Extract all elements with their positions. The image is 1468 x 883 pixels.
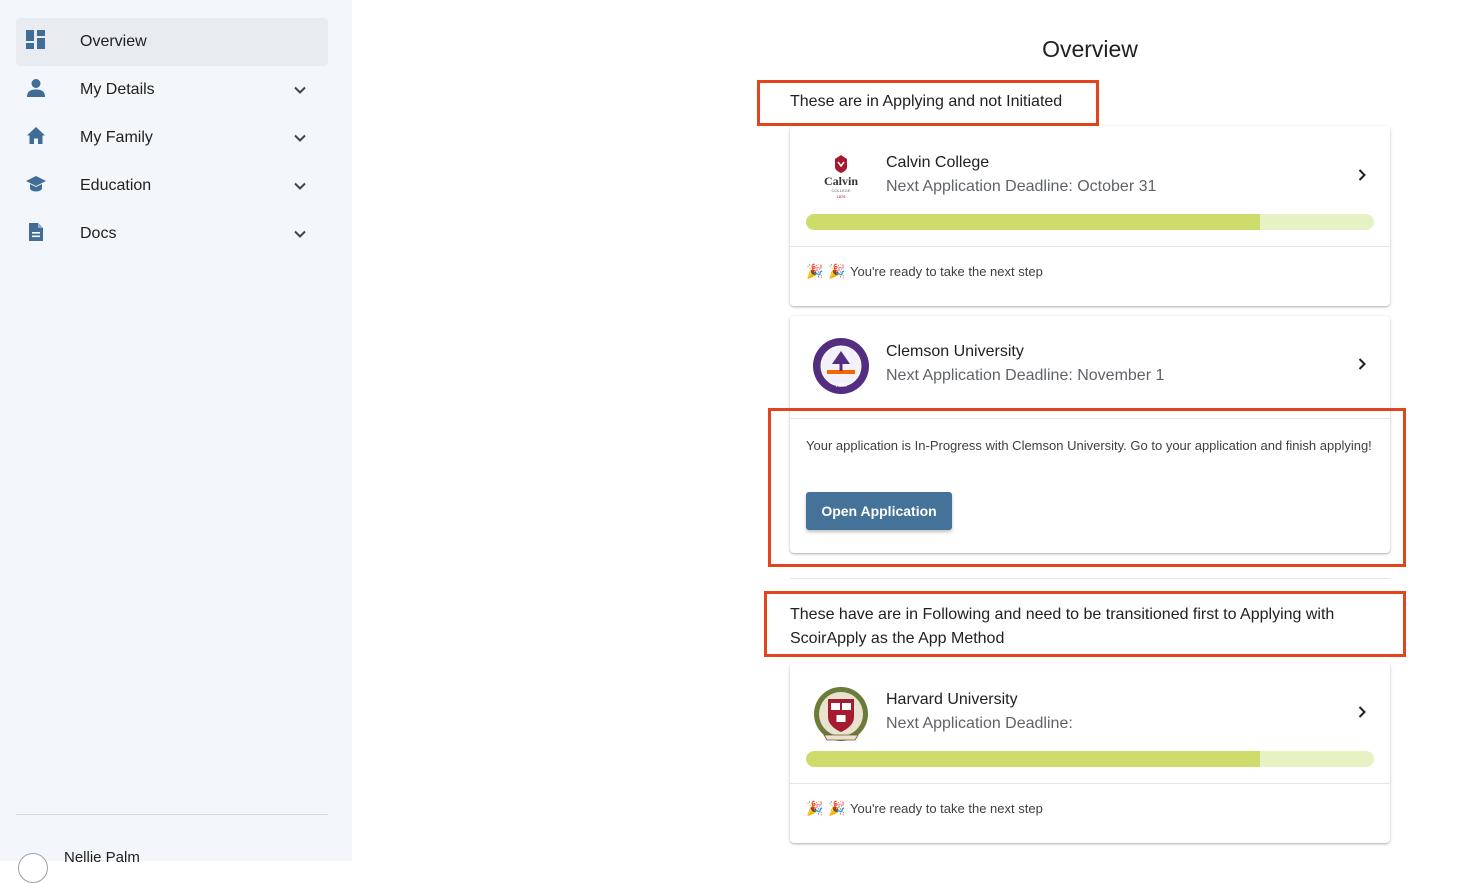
progress-bar — [806, 751, 1374, 767]
chevron-down-icon[interactable] — [290, 176, 310, 196]
card-divider — [790, 783, 1390, 784]
chevron-down-icon[interactable] — [290, 80, 310, 100]
party-popper-icon: 🎉 — [828, 263, 846, 279]
svg-text:1876: 1876 — [837, 194, 847, 199]
card-divider — [790, 246, 1390, 247]
person-icon — [26, 78, 46, 98]
home-icon — [26, 126, 46, 146]
status-text: You're ready to take the next step — [850, 801, 1043, 816]
sidebar-item-education[interactable]: Education — [16, 162, 328, 210]
sidebar-divider — [16, 814, 328, 815]
school-name: Clemson University — [886, 343, 1024, 360]
school-icon — [26, 174, 46, 194]
school-name: Harvard University — [886, 691, 1018, 708]
sidebar: Overview My Details My Family Education — [0, 0, 352, 883]
party-popper-icon: 🎉 — [828, 800, 846, 816]
document-icon — [26, 222, 46, 242]
school-card: Calvin COLLEGE 1876 Calvin College Next … — [790, 126, 1390, 306]
sidebar-item-overview[interactable]: Overview — [16, 18, 328, 66]
sidebar-item-my-details[interactable]: My Details — [16, 66, 328, 114]
party-popper-icon: 🎉 — [806, 800, 824, 816]
avatar[interactable] — [18, 853, 48, 883]
svg-text:COLLEGE: COLLEGE — [832, 188, 851, 193]
progress-fill — [806, 751, 1261, 767]
chevron-right-icon[interactable] — [1352, 702, 1372, 722]
harvard-logo — [812, 685, 870, 743]
deadline-text: Next Application Deadline: October 31 — [886, 178, 1157, 195]
annotation-text: These have are in Following and need to … — [790, 606, 1335, 647]
sidebar-item-label: My Details — [80, 81, 155, 98]
page-title: Overview — [1042, 36, 1138, 62]
school-card: Harvard University Next Application Dead… — [790, 663, 1390, 843]
chevron-down-icon[interactable] — [290, 128, 310, 148]
sidebar-item-label: My Family — [80, 129, 153, 146]
school-name: Calvin College — [886, 154, 990, 171]
chevron-down-icon[interactable] — [290, 224, 310, 244]
party-popper-icon: 🎉 — [806, 263, 824, 279]
chevron-right-icon[interactable] — [1352, 354, 1372, 374]
sidebar-item-my-family[interactable]: My Family — [16, 114, 328, 162]
sidebar-item-docs[interactable]: Docs — [16, 210, 328, 258]
annotation-text: These are in Applying and not Initiated — [790, 93, 1063, 110]
svg-text:1889: 1889 — [835, 383, 847, 389]
status-line: 🎉 🎉 You're ready to take the next step — [806, 800, 1043, 817]
deadline-text: Next Application Deadline: — [886, 715, 1073, 732]
status-line: 🎉 🎉 You're ready to take the next step — [806, 263, 1043, 280]
svg-text:Calvin: Calvin — [824, 174, 858, 188]
progress-bar — [806, 214, 1374, 230]
deadline-text: Next Application Deadline: November 1 — [886, 367, 1165, 384]
calvin-logo: Calvin COLLEGE 1876 — [812, 150, 870, 208]
sidebar-item-label: Overview — [80, 33, 147, 50]
sidebar-item-label: Education — [80, 177, 152, 194]
clemson-logo: 1889 — [812, 337, 870, 395]
section-divider — [790, 578, 1390, 579]
chevron-right-icon[interactable] — [1352, 165, 1372, 185]
annotation-box — [768, 408, 1406, 567]
progress-fill — [806, 214, 1261, 230]
sidebar-item-label: Docs — [80, 225, 117, 242]
status-text: You're ready to take the next step — [850, 264, 1043, 279]
user-name: Nellie Palm — [64, 849, 140, 866]
dashboard-icon — [26, 30, 46, 50]
